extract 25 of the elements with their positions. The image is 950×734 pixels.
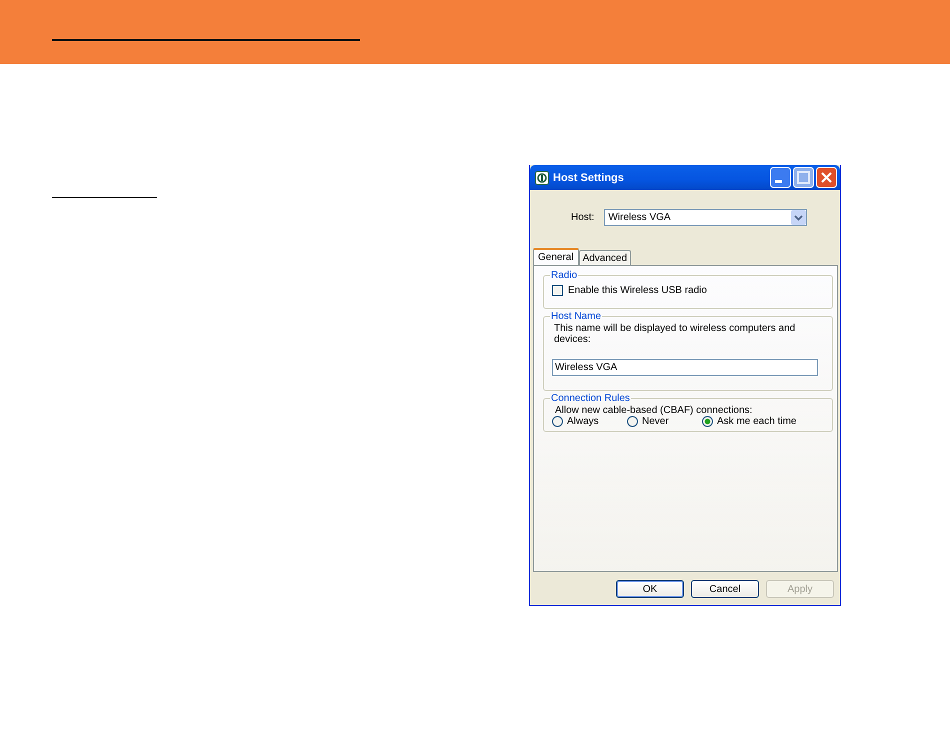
host-dropdown[interactable]: Wireless VGA [604,209,808,226]
minimize-icon[interactable] [770,167,791,188]
radio-label: Ask me each time [717,416,796,427]
description-text: Allow new cable-based (CBAF) connections: [555,405,754,416]
app-icon [535,170,549,184]
radio-button[interactable] [552,416,563,427]
close-icon[interactable] [816,167,837,188]
dialog-button[interactable]: OK [616,580,684,598]
maximize-icon[interactable] [793,167,814,188]
group-title: Radio [550,270,578,281]
window-title: Host Settings [553,172,625,184]
host-label: Host: [571,212,594,223]
tab[interactable]: Advanced [578,250,632,265]
host-name-field[interactable]: Wireless VGA [552,359,818,376]
checkbox[interactable] [552,285,563,296]
radio-label: Never [642,416,669,427]
radio-button[interactable] [702,416,713,427]
radio-label: Always [567,416,599,427]
checkbox-label: Enable this Wireless USB radio [568,285,707,296]
group-title: Connection Rules [550,393,631,404]
dialog-button[interactable]: Cancel [691,580,759,598]
description-text: This name will be displayed to wireless computers and devices: [554,323,796,345]
tab[interactable]: General [533,248,579,265]
group-title: Host Name [550,311,602,322]
radio-button[interactable] [627,416,638,427]
